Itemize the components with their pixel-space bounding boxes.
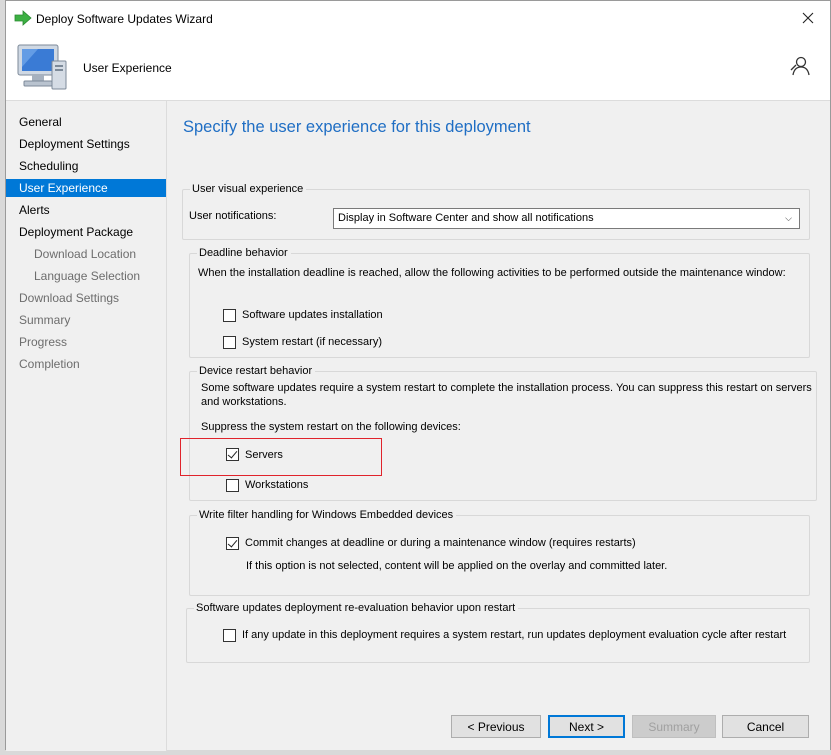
cancel-button[interactable]: Cancel	[722, 715, 809, 738]
reevaluation-checkbox[interactable]	[223, 629, 236, 642]
nav-item-summary[interactable]: Summary	[6, 311, 166, 329]
nav-item-completion[interactable]: Completion	[6, 355, 166, 373]
deadline-behavior-legend: Deadline behavior	[199, 247, 288, 259]
user-notifications-dropdown[interactable]: Display in Software Center and show all …	[333, 208, 800, 229]
device-restart-behavior-legend: Device restart behavior	[199, 365, 313, 377]
deadline-description: When the installation deadline is reache…	[198, 267, 786, 279]
commit-changes-checkbox[interactable]	[226, 537, 239, 550]
window-title: Deploy Software Updates Wizard	[36, 12, 213, 26]
wizard-arrow-icon	[14, 10, 32, 26]
workstations-label: Workstations	[245, 479, 309, 491]
software-updates-installation-checkbox[interactable]	[223, 309, 236, 322]
next-button[interactable]: Next >	[548, 715, 625, 738]
write-filter-group: Write filter handling for Windows Embedd…	[189, 509, 810, 596]
help-person-icon[interactable]	[788, 54, 812, 78]
chevron-down-icon: ⌵	[785, 213, 792, 223]
page-title: User Experience	[83, 61, 172, 75]
servers-label: Servers	[245, 449, 283, 461]
nav-item-deployment-settings[interactable]: Deployment Settings	[6, 135, 166, 153]
device-restart-description-line1: Some software updates require a system r…	[201, 382, 812, 394]
nav-item-language-selection[interactable]: Language Selection	[6, 267, 166, 285]
system-restart-label: System restart (if necessary)	[242, 336, 382, 348]
wizard-footer: < Previous Next > Summary Cancel	[167, 708, 830, 750]
previous-button[interactable]: < Previous	[451, 715, 541, 738]
workstations-checkbox[interactable]	[226, 479, 239, 492]
nav-item-progress[interactable]: Progress	[6, 333, 166, 351]
nav-item-user-experience[interactable]: User Experience	[6, 179, 166, 197]
user-visual-experience-legend: User visual experience	[192, 183, 304, 195]
software-updates-installation-label: Software updates installation	[242, 309, 383, 321]
title-bar: Deploy Software Updates Wizard	[6, 1, 830, 37]
computer-icon	[17, 44, 67, 90]
wizard-window: Deploy Software Updates Wizard User Expe…	[5, 0, 831, 751]
nav-item-deployment-package[interactable]: Deployment Package	[6, 223, 166, 241]
commit-changes-label: Commit changes at deadline or during a m…	[245, 537, 636, 549]
wizard-content: Specify the user experience for this dep…	[167, 100, 830, 708]
servers-checkbox[interactable]	[226, 448, 239, 461]
system-restart-checkbox[interactable]	[223, 336, 236, 349]
close-button[interactable]	[786, 1, 830, 35]
write-filter-note: If this option is not selected, content …	[246, 560, 668, 572]
close-icon	[802, 12, 814, 24]
wizard-navigation: General Deployment Settings Scheduling U…	[6, 100, 167, 751]
content-heading: Specify the user experience for this dep…	[183, 118, 531, 136]
nav-item-alerts[interactable]: Alerts	[6, 201, 166, 219]
nav-item-download-location[interactable]: Download Location	[6, 245, 166, 263]
device-restart-description-line2: and workstations.	[201, 396, 287, 408]
reevaluation-legend: Software updates deployment re-evaluatio…	[196, 602, 516, 614]
wizard-header: User Experience	[6, 37, 830, 99]
user-notifications-value: Display in Software Center and show all …	[338, 212, 594, 224]
suppress-restart-label: Suppress the system restart on the follo…	[201, 421, 461, 433]
nav-item-general[interactable]: General	[6, 113, 166, 131]
write-filter-legend: Write filter handling for Windows Embedd…	[199, 509, 454, 521]
nav-item-download-settings[interactable]: Download Settings	[6, 289, 166, 307]
user-notifications-label: User notifications:	[189, 210, 277, 222]
reevaluation-label: If any update in this deployment require…	[242, 629, 787, 641]
nav-item-scheduling[interactable]: Scheduling	[6, 157, 166, 175]
summary-button[interactable]: Summary	[632, 715, 716, 738]
